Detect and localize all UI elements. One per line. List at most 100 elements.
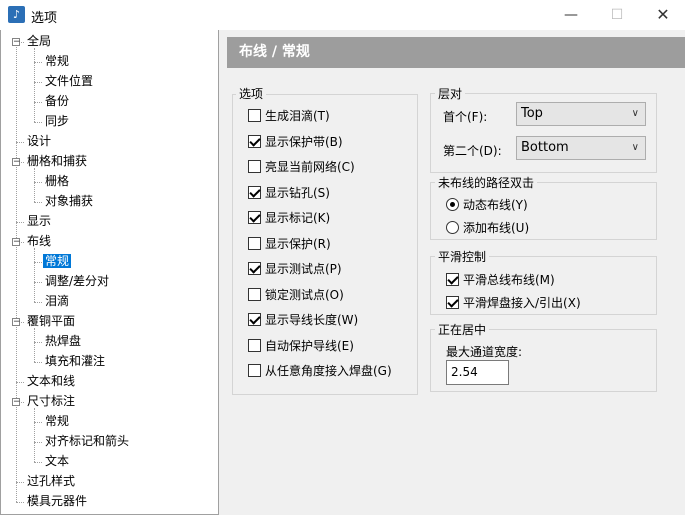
option-checkbox-row[interactable]: 显示保护带(B): [248, 133, 343, 151]
tree-item-label: 全局: [27, 34, 52, 48]
maximize-icon[interactable]: ☐: [594, 0, 640, 30]
radio-button[interactable]: [446, 221, 459, 234]
tree-item[interactable]: 常规: [43, 52, 71, 70]
max-channel-width-input[interactable]: 2.54: [446, 360, 509, 385]
tree-item[interactable]: 备份: [43, 92, 71, 110]
tree-connector: [16, 222, 24, 223]
tree-item[interactable]: 对象捕获: [43, 192, 95, 210]
minimize-icon[interactable]: —: [548, 0, 594, 30]
checkbox[interactable]: [248, 364, 261, 377]
second-layer-select[interactable]: Bottom ∨: [516, 136, 646, 160]
checkbox[interactable]: [446, 296, 459, 309]
tree-item-label: 热焊盘: [45, 334, 82, 348]
checkbox[interactable]: [248, 313, 261, 326]
checkbox[interactable]: [248, 236, 261, 250]
option-checkbox-row[interactable]: 从任意角度接入焊盘(G): [248, 362, 392, 380]
chevron-down-icon: ∨: [631, 142, 639, 153]
tree-item[interactable]: 对齐标记和箭头: [43, 432, 131, 450]
checkbox[interactable]: [248, 109, 261, 122]
collapse-toggle-icon[interactable]: −: [12, 318, 21, 327]
option-checkbox-row[interactable]: 亮显当前网络(C): [248, 158, 355, 176]
checkbox-label: 显示保护带(B): [265, 134, 343, 149]
tree-item-label: 尺寸标注: [27, 394, 76, 408]
smooth-checkbox-row[interactable]: 平滑总线布线(M): [446, 271, 555, 289]
option-checkbox-row[interactable]: 显示标记(K): [248, 209, 330, 227]
tree-item-label: 泪滴: [45, 294, 70, 308]
tree-connector: [34, 302, 42, 303]
tree-item-label: 显示: [27, 214, 52, 228]
tree-item-label: 文件位置: [45, 74, 94, 88]
tree-item[interactable]: 文件位置: [43, 72, 95, 90]
tree-branch-line: [34, 48, 35, 122]
tree-item[interactable]: 填充和灌注: [43, 352, 107, 370]
tree-item-label: 同步: [45, 114, 70, 128]
tree-connector: [34, 62, 42, 63]
tree-item[interactable]: 泪滴: [43, 292, 71, 310]
checkbox-label: 平滑焊盘接入/引出(X): [463, 296, 581, 310]
option-checkbox-row[interactable]: 生成泪滴(T): [248, 107, 330, 125]
options-group-title: 选项: [236, 87, 267, 101]
collapse-toggle-icon[interactable]: −: [12, 238, 21, 247]
tree-item[interactable]: 模具元器件: [25, 492, 89, 510]
tree-connector: [16, 142, 24, 143]
option-checkbox-row[interactable]: 显示测试点(P): [248, 260, 342, 278]
checkbox[interactable]: [248, 160, 261, 173]
checkbox-label: 亮显当前网络(C): [265, 160, 355, 174]
first-layer-label: 首个(F):: [443, 110, 488, 124]
option-checkbox-row[interactable]: 显示钻孔(S): [248, 184, 330, 202]
tree-branch-line: [34, 408, 35, 462]
close-icon[interactable]: ✕: [640, 0, 685, 30]
collapse-toggle-icon[interactable]: −: [12, 398, 21, 407]
checkbox[interactable]: [446, 273, 459, 286]
tree-item[interactable]: 调整/差分对: [43, 272, 111, 290]
checkbox[interactable]: [248, 134, 261, 148]
option-checkbox-row[interactable]: 自动保护导线(E): [248, 337, 354, 355]
tree-item[interactable]: 常规: [43, 412, 71, 430]
tree-item-label: 模具元器件: [27, 494, 88, 508]
radio-label: 添加布线(U): [463, 221, 530, 235]
centering-group-title: 正在居中: [435, 323, 490, 337]
title-bar: ♪ 选项 — ☐ ✕: [0, 0, 685, 30]
unrouted-radio-row[interactable]: 动态布线(Y): [446, 196, 528, 214]
tree-item-label: 对齐标记和箭头: [45, 434, 130, 448]
window-title: 选项: [31, 11, 58, 26]
tree-item[interactable]: 设计: [25, 132, 53, 150]
checkbox-label: 锁定测试点(O): [265, 287, 344, 302]
first-layer-select[interactable]: Top ∨: [516, 102, 646, 126]
tree-item[interactable]: 布线: [25, 232, 53, 250]
smooth-control-group-title: 平滑控制: [435, 250, 490, 264]
option-checkbox-row[interactable]: 锁定测试点(O): [248, 286, 344, 304]
tree-item[interactable]: 显示: [25, 212, 53, 230]
unrouted-radio-row[interactable]: 添加布线(U): [446, 219, 529, 237]
tree-item[interactable]: 同步: [43, 112, 71, 130]
tree-item[interactable]: 过孔样式: [25, 472, 77, 490]
tree-item[interactable]: 覆铜平面: [25, 312, 77, 330]
tree-item-label: 栅格: [45, 174, 70, 188]
option-checkbox-row[interactable]: 显示保护(R): [248, 235, 331, 253]
radio-button[interactable]: [446, 198, 459, 211]
music-note-app-icon: ♪: [8, 6, 25, 23]
tree-item-label: 文本: [45, 454, 70, 468]
tree-item[interactable]: 文本: [43, 452, 71, 470]
options-tree[interactable]: 全局 − 常规 文件位置 备份 同步 设计 栅格和捕获 − 栅格 对象捕获 显示 布线 − 常规 调整/差分对…: [0, 30, 219, 515]
collapse-toggle-icon[interactable]: −: [12, 158, 21, 167]
checkbox-label: 平滑总线布线(M): [463, 273, 555, 287]
tree-item[interactable]: 栅格: [43, 172, 71, 190]
tree-item[interactable]: 尺寸标注: [25, 392, 77, 410]
checkbox[interactable]: [248, 287, 261, 301]
tree-item[interactable]: 文本和线: [25, 372, 77, 390]
tree-item[interactable]: 热焊盘: [43, 332, 83, 350]
checkbox[interactable]: [248, 185, 261, 199]
checkbox[interactable]: [248, 211, 261, 224]
collapse-toggle-icon[interactable]: −: [12, 38, 21, 47]
option-checkbox-row[interactable]: 显示导线长度(W): [248, 311, 358, 329]
tree-connector: [16, 502, 24, 503]
checkbox-label: 显示钻孔(S): [265, 185, 330, 200]
checkbox[interactable]: [248, 338, 261, 352]
tree-item[interactable]: 全局: [25, 32, 53, 50]
tree-item-label: 填充和灌注: [45, 354, 106, 368]
checkbox[interactable]: [248, 262, 261, 275]
tree-item[interactable]: 常规: [43, 252, 72, 270]
tree-connector: [16, 482, 24, 483]
smooth-checkbox-row[interactable]: 平滑焊盘接入/引出(X): [446, 294, 581, 312]
